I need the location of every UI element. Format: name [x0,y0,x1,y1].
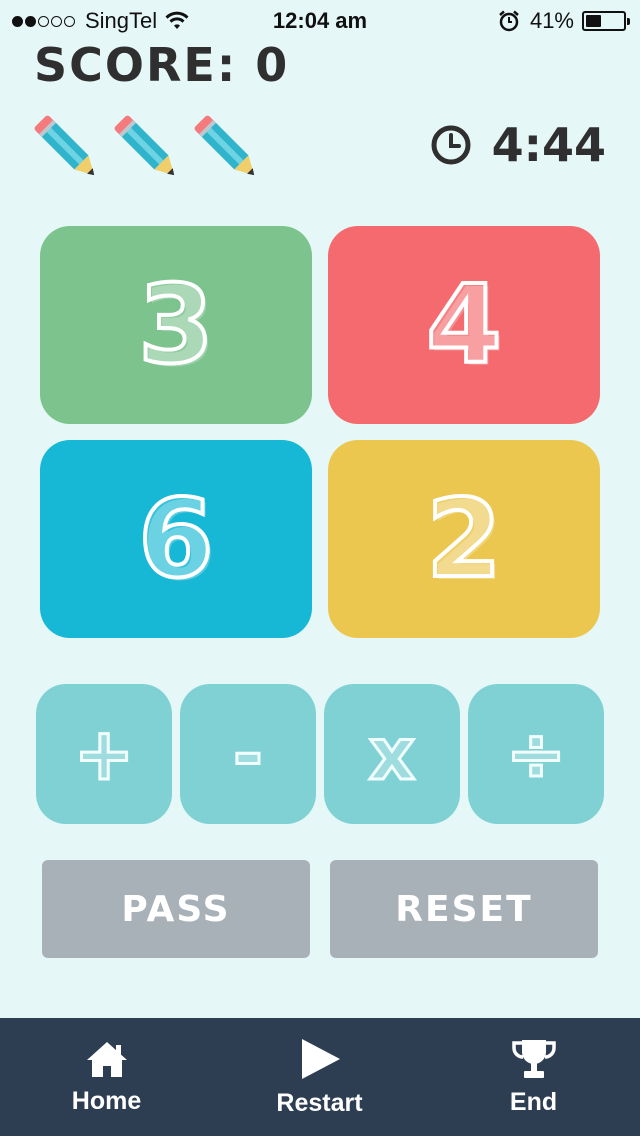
multiply-operator-button[interactable]: x [324,684,460,824]
trophy-icon [511,1039,556,1078]
timer: 4:44 [430,118,606,172]
bottom-nav: Home Restart End [0,1018,640,1136]
number-tile-value: 3 [136,261,215,390]
pencil-icon [34,115,95,176]
alarm-icon [499,10,519,32]
end-button[interactable]: End [427,1018,640,1136]
number-tile-value: 2 [424,475,503,604]
home-label: Home [71,1086,142,1115]
pass-button[interactable]: PASS [42,860,310,958]
home-button[interactable]: Home [0,1018,213,1136]
lives [32,110,264,188]
subtract-operator-button[interactable]: - [180,684,316,824]
restart-button[interactable]: Restart [213,1018,426,1136]
timer-value: 4:44 [491,118,606,172]
operator-symbol: + [72,711,135,798]
reset-button[interactable]: RESET [330,860,598,958]
number-tile[interactable]: 2 [328,440,600,638]
score-label: SCORE: 0 [34,38,290,92]
restart-label: Restart [276,1088,363,1117]
number-tile-value: 6 [136,475,215,604]
operator-symbol: - [232,711,265,798]
pencil-icon [114,115,175,176]
number-tile-value: 4 [424,261,503,390]
add-operator-button[interactable]: + [36,684,172,824]
play-icon [301,1038,340,1079]
battery-percent: 41% [529,8,574,33]
operator-symbol: x [367,711,416,798]
pencil-icon [194,115,255,176]
home-icon [86,1041,127,1077]
number-tile[interactable]: 4 [328,226,600,424]
number-tile[interactable]: 3 [40,226,312,424]
clock-icon [431,125,471,165]
end-label: End [509,1087,558,1116]
battery-icon [582,11,630,31]
status-bar: SingTel 12:04 am 41% [0,0,640,40]
divide-operator-button[interactable]: ÷ [468,684,604,824]
operator-symbol: ÷ [504,711,567,798]
number-tile[interactable]: 6 [40,440,312,638]
